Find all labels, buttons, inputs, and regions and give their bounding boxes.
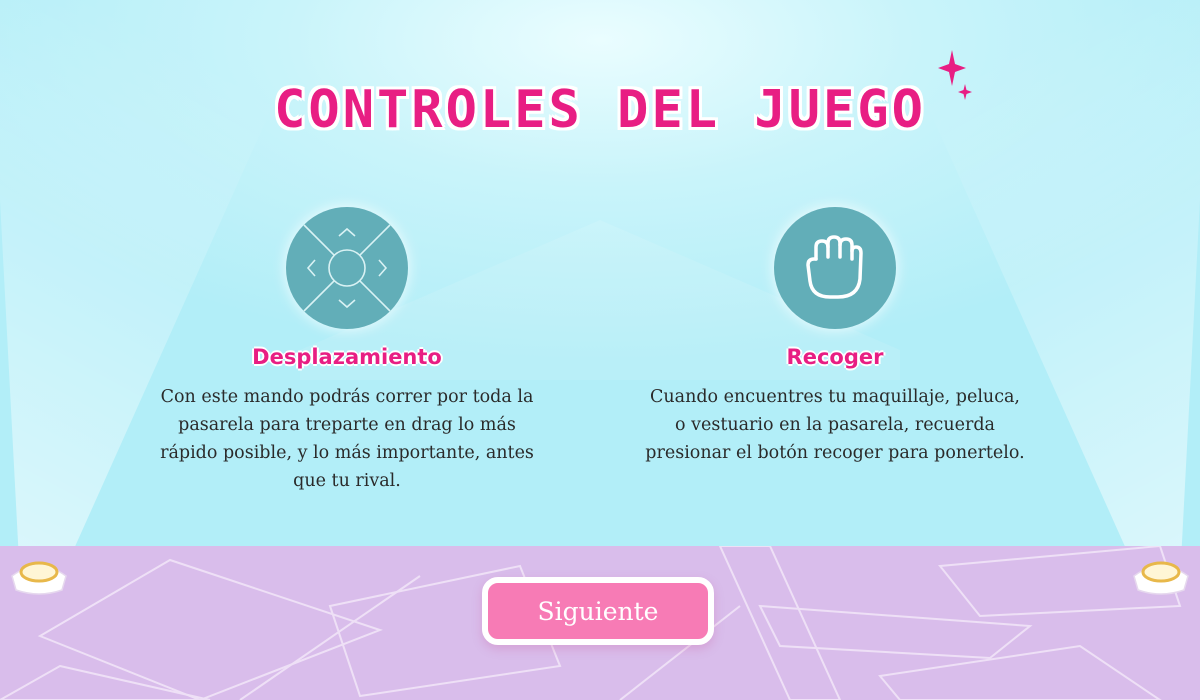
control-card-move: Desplazamiento Con este mando podrás cor… [147, 207, 547, 495]
stage-lamp-right [1133, 561, 1189, 595]
screen-title: CONTROLES DEL JUEGO [274, 80, 926, 140]
dpad-icon [286, 207, 408, 329]
control-description: Cuando encuentres tu maquillaje, peluca,… [645, 387, 1025, 463]
game-screen: CONTROLES DEL JUEGO Desplazamiento Con e… [0, 0, 1200, 700]
next-button[interactable]: Siguiente [482, 577, 714, 645]
grab-hand-icon [774, 207, 896, 329]
control-description: Con este mando podrás correr por toda la… [160, 387, 534, 491]
control-card-pickup: Recoger Cuando encuentres tu maquillaje,… [635, 207, 1035, 467]
sparkle-icon [938, 50, 972, 100]
stage-lamp-left [11, 561, 67, 595]
title-container: CONTROLES DEL JUEGO [0, 80, 1200, 140]
control-label: Desplazamiento [252, 345, 442, 369]
control-label: Recoger [786, 345, 884, 369]
